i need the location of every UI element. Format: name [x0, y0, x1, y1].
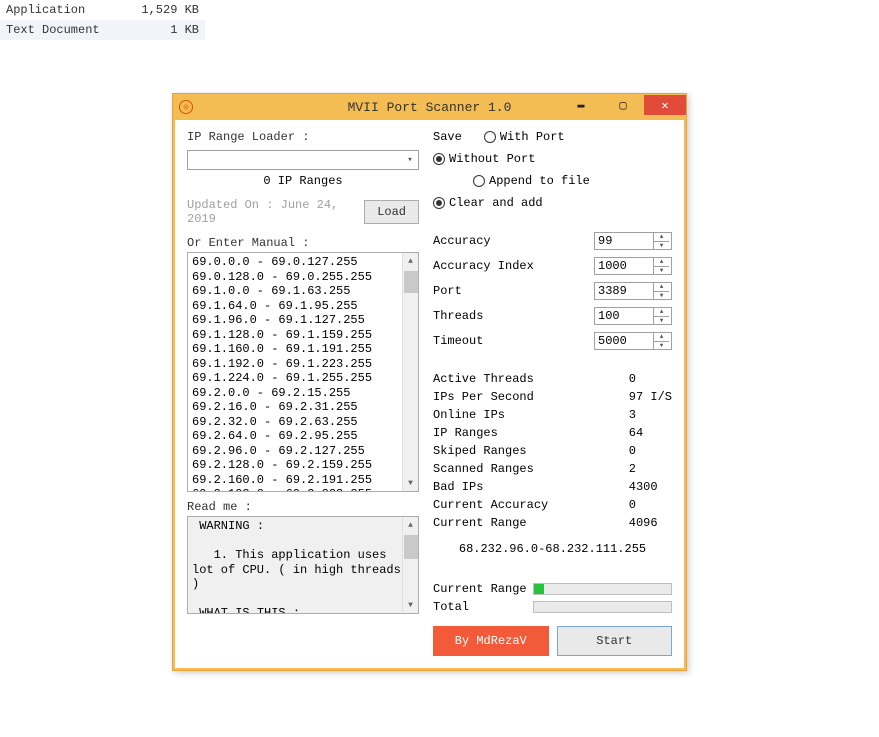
threads-input[interactable]: ▲▼	[594, 307, 672, 325]
file-type: Text Document	[6, 23, 170, 37]
accuracy-label: Accuracy	[433, 234, 543, 248]
maximize-button[interactable]: ▢	[602, 95, 644, 115]
app-icon: ◎	[179, 100, 193, 114]
scroll-thumb[interactable]	[404, 271, 418, 293]
radio-icon	[484, 131, 496, 143]
stat-label: IP Ranges	[433, 426, 629, 440]
current-range-text: 68.232.96.0-68.232.111.255	[433, 542, 672, 556]
stat-label: Bad IPs	[433, 480, 629, 494]
progress-fill	[534, 584, 544, 594]
stat-value: 3	[629, 408, 672, 422]
spinner[interactable]: ▲▼	[653, 333, 669, 349]
updated-on-label: Updated On : June 24, 2019	[187, 198, 358, 226]
caret-up-icon[interactable]: ▲	[654, 258, 669, 267]
file-type: Application	[6, 3, 141, 17]
accuracy-index-label: Accuracy Index	[433, 259, 543, 273]
ip-range-loader-label: IP Range Loader :	[187, 130, 419, 144]
readme-text: WARNING : 1. This application uses lot o…	[188, 517, 418, 614]
close-button[interactable]: ✕	[644, 95, 686, 115]
caret-down-icon[interactable]: ▼	[654, 242, 669, 250]
progress-current	[533, 583, 672, 595]
stat-value: 0	[629, 444, 672, 458]
titlebar[interactable]: ◎ MVII Port Scanner 1.0 ▬ ▢ ✕	[173, 94, 686, 120]
spinner[interactable]: ▲▼	[653, 308, 669, 324]
scrollbar[interactable]: ▲ ▼	[402, 253, 418, 491]
progress-current-label: Current Range	[433, 582, 533, 596]
radio-append[interactable]: Append to file	[473, 174, 590, 188]
manual-label: Or Enter Manual :	[187, 236, 419, 250]
file-size: 1 KB	[170, 23, 199, 37]
credit-button[interactable]: By MdRezaV	[433, 626, 549, 656]
stat-label: IPs Per Second	[433, 390, 629, 404]
scrollbar[interactable]: ▲ ▼	[402, 517, 418, 613]
caret-up-icon[interactable]: ▲	[654, 308, 669, 317]
scroll-thumb[interactable]	[404, 535, 418, 559]
scroll-up-icon[interactable]: ▲	[403, 517, 418, 533]
spinner[interactable]: ▲▼	[653, 233, 669, 249]
stat-label: Current Accuracy	[433, 498, 629, 512]
start-button[interactable]: Start	[557, 626, 673, 656]
timeout-label: Timeout	[433, 334, 543, 348]
file-row: Text Document 1 KB	[0, 20, 205, 40]
manual-input[interactable]: 69.0.0.0 - 69.0.127.255 69.0.128.0 - 69.…	[187, 252, 419, 492]
ip-ranges-count: 0 IP Ranges	[187, 174, 419, 188]
app-window: ◎ MVII Port Scanner 1.0 ▬ ▢ ✕ IP Range L…	[172, 93, 687, 671]
radio-icon	[433, 153, 445, 165]
accuracy-input[interactable]: ▲▼	[594, 232, 672, 250]
progress-total-label: Total	[433, 600, 533, 614]
explorer-fragment: Application 1,529 KB Text Document 1 KB	[0, 0, 205, 40]
stat-value: 0	[629, 498, 672, 512]
accuracy-index-input[interactable]: ▲▼	[594, 257, 672, 275]
file-size: 1,529 KB	[141, 3, 199, 17]
progress-total	[533, 601, 672, 613]
stat-value: 0	[629, 372, 672, 386]
stat-label: Online IPs	[433, 408, 629, 422]
stat-value: 4300	[629, 480, 672, 494]
scroll-down-icon[interactable]: ▼	[403, 475, 418, 491]
caret-down-icon[interactable]: ▼	[654, 342, 669, 350]
port-label: Port	[433, 284, 543, 298]
ip-range-combo[interactable]: ▾	[187, 150, 419, 170]
readme-label: Read me :	[187, 500, 419, 514]
save-label: Save	[433, 130, 462, 144]
caret-down-icon[interactable]: ▼	[654, 267, 669, 275]
stat-value: 64	[629, 426, 672, 440]
caret-up-icon[interactable]: ▲	[654, 333, 669, 342]
stat-value: 4096	[629, 516, 672, 530]
chevron-down-icon: ▾	[402, 155, 418, 165]
file-row: Application 1,529 KB	[0, 0, 205, 20]
caret-up-icon[interactable]: ▲	[654, 283, 669, 292]
scroll-up-icon[interactable]: ▲	[403, 253, 418, 269]
minimize-button[interactable]: ▬	[560, 95, 602, 115]
threads-label: Threads	[433, 309, 543, 323]
radio-with-port[interactable]: With Port	[484, 130, 565, 144]
radio-icon	[473, 175, 485, 187]
stat-label: Current Range	[433, 516, 629, 530]
caret-up-icon[interactable]: ▲	[654, 233, 669, 242]
port-input[interactable]: ▲▼	[594, 282, 672, 300]
radio-clear-add[interactable]: Clear and add	[433, 196, 543, 210]
radio-icon	[433, 197, 445, 209]
readme-box[interactable]: WARNING : 1. This application uses lot o…	[187, 516, 419, 614]
stat-label: Scanned Ranges	[433, 462, 629, 476]
stat-value: 97 I/S	[629, 390, 672, 404]
stat-value: 2	[629, 462, 672, 476]
radio-without-port[interactable]: Without Port	[433, 152, 535, 166]
load-button[interactable]: Load	[364, 200, 419, 224]
spinner[interactable]: ▲▼	[653, 283, 669, 299]
manual-text[interactable]: 69.0.0.0 - 69.0.127.255 69.0.128.0 - 69.…	[188, 253, 418, 492]
window-controls: ▬ ▢ ✕	[560, 94, 686, 120]
caret-down-icon[interactable]: ▼	[654, 292, 669, 300]
scroll-down-icon[interactable]: ▼	[403, 597, 418, 613]
stat-label: Active Threads	[433, 372, 629, 386]
caret-down-icon[interactable]: ▼	[654, 317, 669, 325]
stat-label: Skiped Ranges	[433, 444, 629, 458]
spinner[interactable]: ▲▼	[653, 258, 669, 274]
timeout-input[interactable]: ▲▼	[594, 332, 672, 350]
